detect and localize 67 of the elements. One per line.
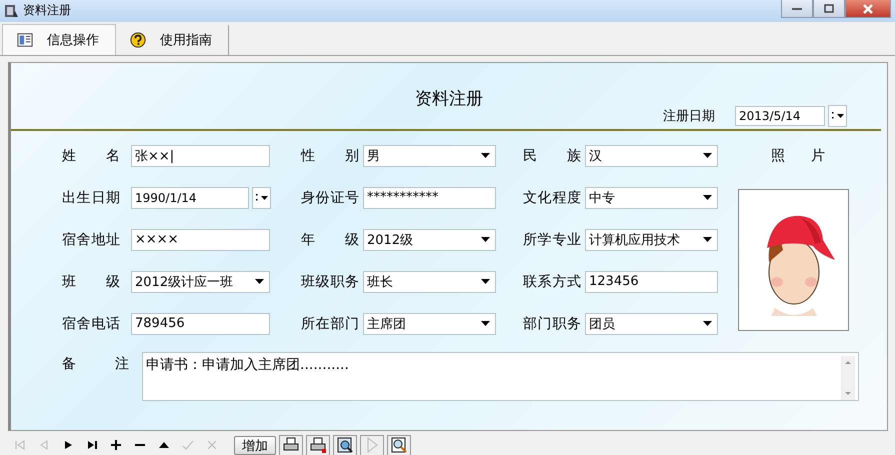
printer-icon[interactable] [306, 434, 330, 455]
scrollbar[interactable] [841, 356, 855, 400]
text-field[interactable]: ×××× [131, 228, 270, 251]
form-title: 资料注册 [414, 88, 484, 110]
dropdown-arrow-icon [703, 195, 712, 200]
add-button[interactable]: 增加 [234, 436, 276, 454]
field-label: 姓 名 [62, 146, 120, 165]
field-label: 宿舍电话 [62, 314, 120, 333]
field-label: 班级职务 [301, 272, 359, 291]
field-label: 民 族 [523, 146, 581, 165]
dropdown-arrow-icon [481, 153, 490, 158]
dropdown-field[interactable]: 班长 [363, 270, 496, 293]
dropdown-arrow-icon [481, 279, 490, 284]
field-label: 身份证号 [301, 188, 359, 207]
field-label: 出生日期 [62, 188, 120, 207]
dropdown-arrow-icon [256, 194, 268, 202]
maximize-button[interactable] [813, 0, 845, 18]
dropdown-field[interactable]: 男 [363, 144, 496, 167]
dropdown-button[interactable] [828, 104, 847, 127]
book-icon [17, 32, 33, 48]
field-label: 所在部门 [301, 314, 359, 333]
field-label: 所学专业 [523, 230, 581, 249]
magnifier-icon[interactable] [333, 434, 357, 455]
date-field[interactable]: 1990/1/14 [131, 186, 249, 209]
window-title: 资料注册 [23, 2, 71, 20]
field-label: 照 片 [771, 146, 825, 166]
date-field[interactable]: 2013/5/14 [735, 106, 825, 126]
dropdown-field[interactable]: 计算机应用技术 [585, 228, 718, 251]
text-field[interactable]: 123456 [585, 270, 718, 293]
dropdown-arrow-icon [255, 279, 264, 284]
magnifier-icon[interactable] [387, 434, 411, 455]
text-field[interactable]: 张××| [131, 144, 270, 167]
close-button[interactable] [845, 0, 891, 18]
field-label: 联系方式 [523, 272, 581, 291]
close-icon [863, 4, 873, 14]
dropdown-field[interactable]: 中专 [585, 186, 718, 209]
text-field[interactable]: 789456 [131, 312, 270, 335]
tab[interactable]: 使用指南 [116, 24, 229, 55]
dropdown-field[interactable]: 汉 [585, 144, 718, 167]
field-label: 班 级 [62, 272, 120, 291]
remark-field[interactable]: 申请书：申请加入主席团........... [142, 352, 859, 401]
dropdown-arrow-icon [703, 237, 712, 242]
field-label: 年 级 [301, 230, 359, 249]
minimize-button[interactable] [781, 0, 813, 18]
field-label: 文化程度 [523, 188, 581, 207]
dropdown-arrow-icon [481, 321, 490, 326]
dropdown-field[interactable]: 2012级计应一班 [131, 270, 270, 293]
field-label: 宿舍地址 [62, 230, 120, 249]
dropdown-arrow-icon [703, 153, 712, 158]
dropdown-arrow-icon [832, 112, 844, 120]
tab[interactable]: 信息操作 [2, 24, 116, 55]
dropdown-arrow-icon [481, 237, 490, 242]
dropdown-arrow-icon [703, 321, 712, 326]
maximize-icon [824, 4, 834, 13]
field-label: 注册日期 [663, 108, 715, 125]
field-label: 性 别 [301, 146, 359, 165]
field-label: 部门职务 [523, 314, 581, 333]
field-label: 备 注 [62, 354, 129, 373]
dropdown-button[interactable] [252, 186, 271, 209]
printer-icon[interactable] [279, 434, 303, 455]
dropdown-field[interactable]: 2012级 [363, 228, 496, 251]
app-icon [3, 2, 19, 19]
dropdown-field[interactable]: 主席团 [363, 312, 496, 335]
help-icon [130, 32, 146, 48]
text-field[interactable]: *********** [363, 186, 496, 209]
minimize-icon [792, 8, 802, 10]
dropdown-field[interactable]: 团员 [585, 312, 718, 335]
